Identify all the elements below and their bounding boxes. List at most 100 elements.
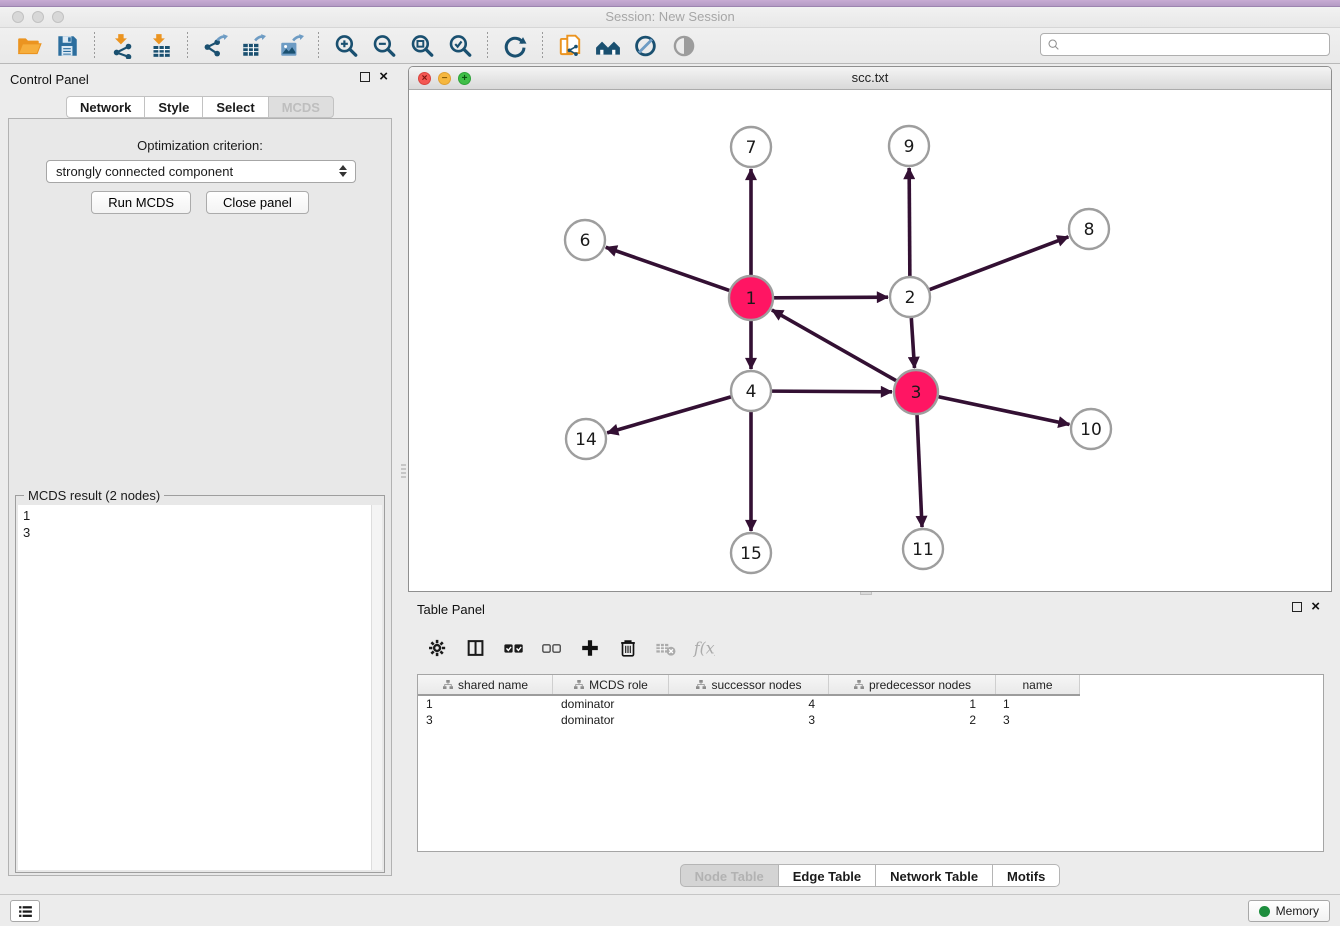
table-row[interactable]: 1dominator411 <box>418 696 1323 712</box>
table-cell[interactable]: 3 <box>418 712 553 728</box>
style-visibility-icon[interactable] <box>632 32 660 60</box>
column-header-name[interactable]: name <box>996 675 1080 694</box>
close-window-icon[interactable] <box>12 11 24 23</box>
zoom-selected-icon[interactable] <box>446 32 474 60</box>
search-box[interactable] <box>1040 33 1330 56</box>
zoom-window-icon[interactable] <box>52 11 64 23</box>
import-table-icon[interactable] <box>146 32 174 60</box>
graph-edge-3-1[interactable] <box>772 310 896 381</box>
export-table-icon[interactable] <box>239 32 267 60</box>
table-cell[interactable]: dominator <box>553 696 669 712</box>
split-view-icon[interactable] <box>464 636 488 660</box>
zoom-fit-icon[interactable] <box>408 32 436 60</box>
graph-node-8[interactable]: 8 <box>1069 209 1109 249</box>
network-canvas[interactable]: 7 9 6 8 1 2 4 3 14 10 15 11 <box>410 91 1332 596</box>
export-network-icon[interactable] <box>201 32 229 60</box>
tab-mcds[interactable]: MCDS <box>268 96 334 118</box>
tab-node-table[interactable]: Node Table <box>680 864 778 887</box>
open-session-icon[interactable] <box>15 32 43 60</box>
tab-style[interactable]: Style <box>144 96 202 118</box>
float-table-panel-icon[interactable] <box>1292 602 1302 612</box>
graph-node-3[interactable]: 3 <box>894 370 938 414</box>
column-type-icon <box>442 679 454 691</box>
float-panel-icon[interactable] <box>360 72 370 82</box>
graph-edge-4-3[interactable] <box>772 391 892 392</box>
table-cell[interactable]: dominator <box>553 712 669 728</box>
graph-edge-2-9[interactable] <box>909 168 910 276</box>
close-panel-icon[interactable]: × <box>379 72 388 82</box>
graph-node-4[interactable]: 4 <box>731 371 771 411</box>
graph-node-6[interactable]: 6 <box>565 220 605 260</box>
graph-node-1[interactable]: 1 <box>729 276 773 320</box>
graph-edge-1-6[interactable] <box>606 247 730 290</box>
clear-all-checks-icon[interactable] <box>540 636 564 660</box>
search-input[interactable] <box>1062 35 1329 54</box>
save-session-icon[interactable] <box>53 32 81 60</box>
clone-network-icon[interactable] <box>556 32 584 60</box>
panel-menu-button[interactable] <box>10 900 40 922</box>
delete-column-icon[interactable] <box>616 636 640 660</box>
column-header-predecessor-nodes[interactable]: predecessor nodes <box>829 675 996 694</box>
graph-edge-4-14[interactable] <box>607 397 731 433</box>
zoom-out-icon[interactable] <box>370 32 398 60</box>
column-header-successor-nodes[interactable]: successor nodes <box>669 675 829 694</box>
maximize-view-icon[interactable]: + <box>458 72 471 85</box>
table-cell[interactable]: 1 <box>829 696 996 712</box>
graph-edge-1-2[interactable] <box>774 297 888 298</box>
close-panel-button[interactable]: Close panel <box>206 191 309 214</box>
table-cell[interactable]: 2 <box>829 712 996 728</box>
minimize-view-icon[interactable]: − <box>438 72 451 85</box>
svg-text:10: 10 <box>1080 420 1102 440</box>
close-view-icon[interactable]: × <box>418 72 431 85</box>
network-view-title: scc.txt <box>409 67 1331 89</box>
result-scrollbar[interactable] <box>371 505 382 870</box>
graph-edge-3-10[interactable] <box>939 397 1070 425</box>
graph-node-7[interactable]: 7 <box>731 127 771 167</box>
graph-node-14[interactable]: 14 <box>566 419 606 459</box>
control-panel-tabs: NetworkStyleSelectMCDS <box>0 96 400 118</box>
table-toolbar: f(x) <box>417 630 1324 666</box>
graph-edge-3-11[interactable] <box>917 415 922 527</box>
column-header-MCDS-role[interactable]: MCDS role <box>553 675 669 694</box>
optimization-criterion-label: Optimization criterion: <box>9 138 391 153</box>
select-all-checks-icon[interactable] <box>502 636 526 660</box>
column-settings-icon[interactable] <box>426 636 450 660</box>
graph-node-2[interactable]: 2 <box>890 277 930 317</box>
graph-edge-2-8[interactable] <box>930 237 1069 290</box>
svg-text:7: 7 <box>746 138 757 158</box>
add-column-icon[interactable] <box>578 636 602 660</box>
network-overview-icon[interactable] <box>594 32 622 60</box>
table-cell[interactable]: 1 <box>996 696 1080 712</box>
minimize-window-icon[interactable] <box>32 11 44 23</box>
graph-edge-2-3[interactable] <box>911 318 914 368</box>
app-titlebar: Session: New Session <box>0 7 1340 28</box>
run-mcds-button[interactable]: Run MCDS <box>91 191 191 214</box>
column-type-icon <box>573 679 585 691</box>
export-image-icon[interactable] <box>277 32 305 60</box>
table-cell[interactable]: 1 <box>418 696 553 712</box>
column-header-shared-name[interactable]: shared name <box>418 675 553 694</box>
tab-edge-table[interactable]: Edge Table <box>778 864 875 887</box>
graph-node-11[interactable]: 11 <box>903 529 943 569</box>
table-cell[interactable]: 4 <box>669 696 829 712</box>
zoom-in-icon[interactable] <box>332 32 360 60</box>
refresh-view-icon[interactable] <box>501 32 529 60</box>
mcds-result-text[interactable]: 1 3 <box>18 505 382 870</box>
graph-node-15[interactable]: 15 <box>731 533 771 573</box>
optimization-select[interactable]: strongly connected component <box>46 160 356 183</box>
tab-network-table[interactable]: Network Table <box>875 864 992 887</box>
tab-select[interactable]: Select <box>202 96 267 118</box>
table-row[interactable]: 3dominator323 <box>418 712 1323 728</box>
import-network-icon[interactable] <box>108 32 136 60</box>
table-cell[interactable]: 3 <box>996 712 1080 728</box>
tab-motifs[interactable]: Motifs <box>992 864 1060 887</box>
window-controls-inactive[interactable] <box>12 11 64 23</box>
memory-button[interactable]: Memory <box>1248 900 1330 922</box>
network-window-titlebar[interactable]: × − + scc.txt <box>409 67 1331 90</box>
close-table-panel-icon[interactable]: × <box>1311 602 1320 612</box>
table-cell[interactable]: 3 <box>669 712 829 728</box>
graph-node-9[interactable]: 9 <box>889 126 929 166</box>
tab-network[interactable]: Network <box>66 96 144 118</box>
graph-node-10[interactable]: 10 <box>1071 409 1111 449</box>
vertical-splitter-grip[interactable] <box>401 464 406 480</box>
